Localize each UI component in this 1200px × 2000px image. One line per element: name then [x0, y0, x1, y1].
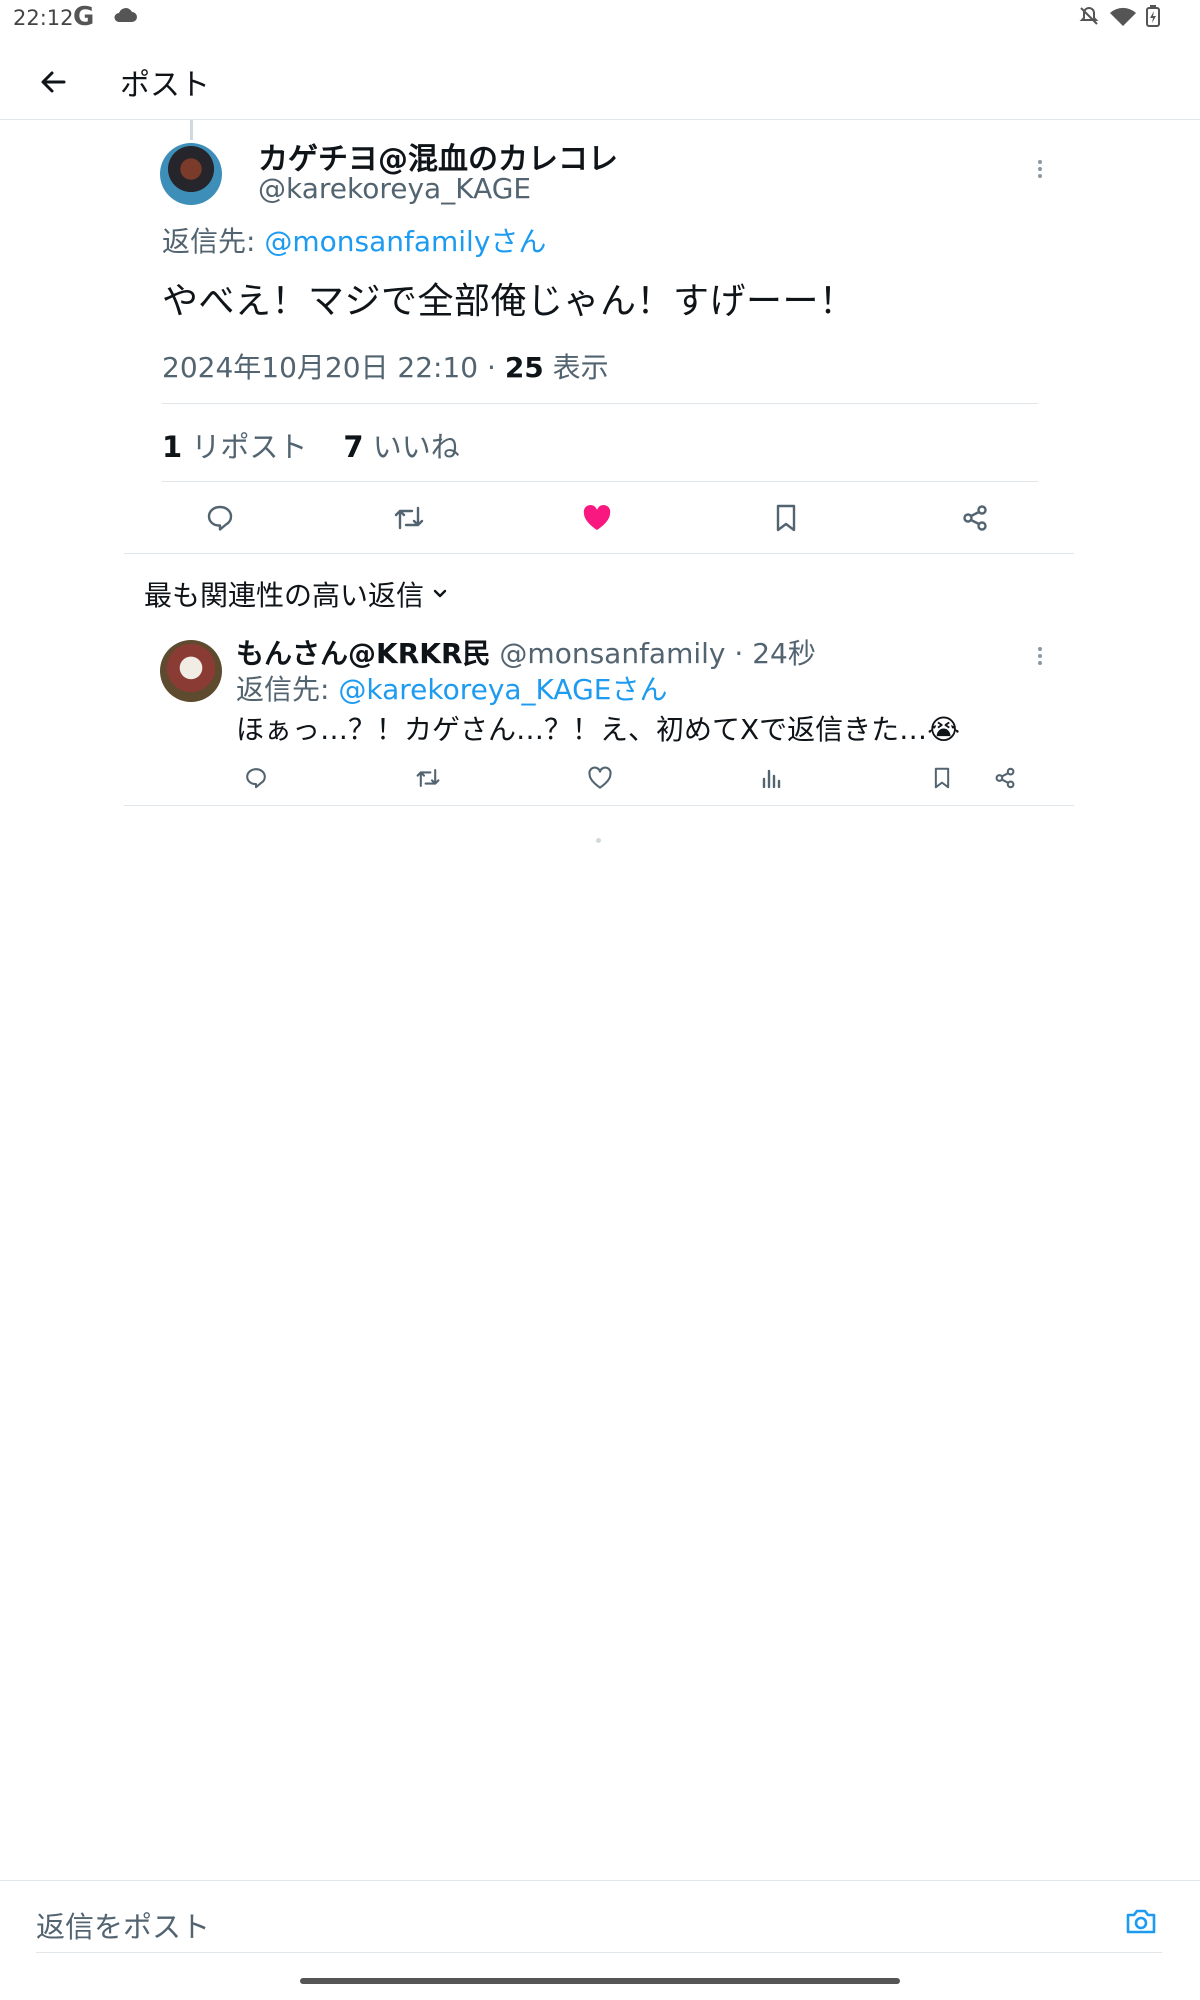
bookmark-button[interactable] — [766, 498, 806, 538]
like-stat[interactable]: 7 いいね — [343, 424, 459, 466]
reply-repost-button[interactable] — [408, 758, 448, 798]
reply-to-line: 返信先: @monsanfamilyさん — [162, 220, 546, 260]
reply-sort-dropdown[interactable]: 最も関連性の高い返信 — [144, 574, 448, 614]
reply-text: ほぁっ…？！カゲさん…？！え、初めてXで返信きた…😭 — [236, 708, 960, 748]
bookmark-icon — [776, 504, 796, 532]
google-icon: G — [73, 2, 95, 32]
post-meta: 2024年10月20日 22:10 · 25 表示 — [162, 346, 609, 386]
crying-emoji: 😭 — [927, 713, 960, 746]
reply-compose-input[interactable]: 返信をポスト — [36, 1902, 1086, 1952]
repost-label: リポスト — [182, 430, 308, 464]
reply-icon — [246, 768, 266, 789]
reply-header: もんさん@KRKR民 @monsanfamily · 24秒 — [236, 632, 816, 672]
status-icons — [1078, 5, 1160, 27]
reply-icon — [207, 505, 233, 531]
loading-indicator — [596, 838, 601, 843]
chevron-down-icon — [433, 589, 447, 598]
share-icon — [963, 505, 987, 531]
view-label: 表示 — [543, 351, 609, 384]
heart-filled-icon — [583, 505, 611, 530]
reply-more-options-button[interactable] — [1036, 645, 1044, 667]
like-button[interactable] — [577, 498, 617, 538]
reply-text-body: ほぁっ…？！カゲさん…？！え、初めてXで返信きた… — [236, 713, 928, 746]
repost-stat[interactable]: 1 リポスト — [162, 424, 307, 466]
divider — [162, 481, 1038, 482]
compose-underline — [36, 1952, 1162, 1953]
reply-analytics-button[interactable] — [751, 758, 791, 798]
header-divider — [0, 119, 1200, 120]
page-title: ポスト — [120, 68, 210, 103]
reply-reply-to-line: 返信先: @karekoreya_KAGEさん — [236, 668, 667, 708]
reply-reply-button[interactable] — [236, 758, 276, 798]
reply-bookmark-button[interactable] — [922, 758, 962, 798]
more-vertical-icon — [1038, 160, 1042, 178]
camera-button[interactable] — [1124, 1906, 1164, 1946]
status-time: 22:12 — [13, 6, 74, 30]
cloud-icon — [112, 6, 138, 24]
like-label: いいね — [363, 430, 460, 464]
compose-divider — [0, 1880, 1200, 1881]
divider — [124, 805, 1074, 806]
engagement-stats: 1 リポスト 7 いいね — [162, 424, 460, 466]
reply-to-label: 返信先: — [162, 225, 265, 258]
divider — [162, 403, 1038, 404]
post-timestamp[interactable]: 2024年10月20日 22:10 · — [162, 351, 505, 384]
reply-time: · 24秒 — [725, 637, 816, 670]
arrow-left-icon — [41, 71, 66, 93]
home-indicator[interactable] — [300, 1978, 900, 1984]
sort-label: 最も関連性の高い返信 — [144, 579, 425, 612]
reply-author-name[interactable]: もんさん@KRKR民 — [236, 637, 491, 670]
mute-icon — [1078, 5, 1100, 27]
back-button[interactable] — [34, 62, 74, 102]
reply-like-button[interactable] — [580, 758, 620, 798]
author-avatar[interactable] — [160, 143, 222, 205]
repost-button[interactable] — [389, 498, 429, 538]
reply-to-label: 返信先: — [236, 673, 339, 706]
post-text: やべえ！マジで全部俺じゃん！すげーー！ — [162, 281, 856, 322]
share-button[interactable] — [955, 498, 995, 538]
bar-chart-icon — [762, 769, 781, 789]
heart-icon — [588, 766, 612, 789]
reply-author-avatar[interactable] — [160, 640, 222, 702]
like-count: 7 — [343, 430, 364, 464]
more-vertical-icon — [1038, 647, 1042, 665]
repost-icon — [394, 506, 424, 530]
reply-to-user-link[interactable]: @karekoreya_KAGEさん — [338, 673, 667, 706]
view-count: 25 — [504, 351, 544, 384]
battery-icon — [1146, 5, 1160, 27]
thread-line — [190, 120, 193, 140]
divider — [124, 553, 1074, 554]
reply-to-user-link[interactable]: @monsanfamilyさん — [264, 225, 546, 258]
author-handle[interactable]: @karekoreya_KAGE — [258, 172, 531, 205]
repost-count: 1 — [162, 430, 183, 464]
more-options-button[interactable] — [1036, 158, 1044, 180]
reply-author-handle[interactable]: @monsanfamily — [491, 637, 725, 670]
repost-icon — [416, 768, 440, 788]
bookmark-icon — [934, 767, 950, 789]
reply-share-button[interactable] — [985, 758, 1025, 798]
camera-icon — [1126, 1909, 1156, 1934]
wifi-icon — [1108, 5, 1138, 27]
reply-button[interactable] — [200, 498, 240, 538]
share-icon — [995, 767, 1015, 789]
